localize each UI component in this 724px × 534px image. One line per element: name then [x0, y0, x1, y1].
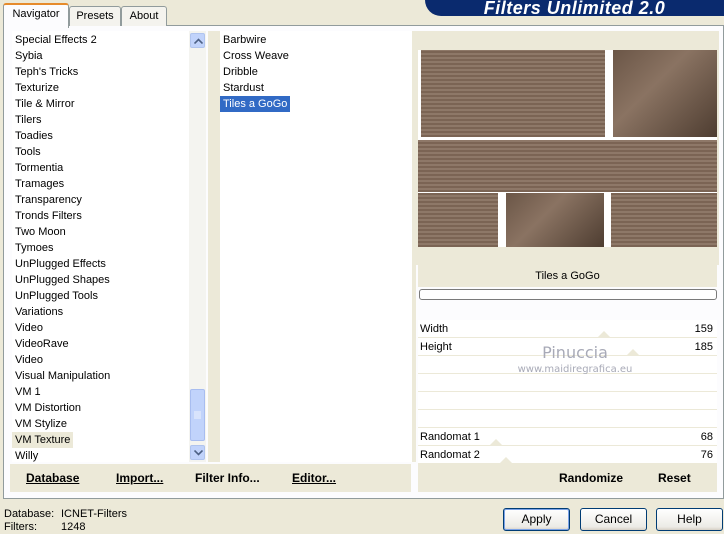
category-item[interactable]: Tile & Mirror — [12, 96, 77, 112]
filter-info-label: Filter Info... — [195, 471, 260, 485]
category-item[interactable]: Willy — [12, 448, 41, 464]
category-item[interactable]: Two Moon — [12, 224, 69, 240]
column-divider — [208, 31, 220, 462]
category-item[interactable]: Visual Manipulation — [12, 368, 113, 384]
category-item[interactable]: UnPlugged Tools — [12, 288, 101, 304]
category-item[interactable]: VM Stylize — [12, 416, 70, 432]
slider-marker — [489, 439, 503, 446]
watermark-url: www.maidiregrafica.eu — [517, 364, 633, 375]
category-item[interactable]: Tymoes — [12, 240, 57, 256]
category-item[interactable]: Tramages — [12, 176, 67, 192]
cancel-button[interactable]: Cancel — [580, 508, 647, 531]
chevron-up-icon — [194, 38, 203, 44]
app-title-banner: Filters Unlimited 2.0 — [425, 0, 724, 16]
import-button[interactable]: Import... — [116, 470, 163, 486]
category-item[interactable]: Tronds Filters — [12, 208, 85, 224]
status-filters-value: 1248 — [61, 521, 86, 533]
category-item[interactable]: Tilers — [12, 112, 44, 128]
param-empty — [418, 392, 717, 410]
filter-item[interactable]: Tiles a GoGo — [220, 96, 291, 112]
category-item[interactable]: Toadies — [12, 128, 56, 144]
scroll-up-button[interactable] — [190, 33, 205, 48]
category-item[interactable]: Transparency — [12, 192, 85, 208]
progress-bar — [419, 289, 717, 300]
editor-button[interactable]: Editor... — [292, 470, 336, 486]
category-item[interactable]: VideoRave — [12, 336, 72, 352]
randomize-label: Randomize — [559, 471, 624, 485]
param-label: Randomat 1 — [420, 431, 480, 443]
category-item[interactable]: UnPlugged Effects — [12, 256, 109, 272]
filter-info-button[interactable]: Filter Info... — [195, 470, 260, 486]
editor-label: Editor... — [292, 471, 337, 485]
database-button[interactable]: Database — [26, 470, 79, 486]
status-database-value: ICNET-Filters — [61, 508, 127, 520]
grip-icon — [194, 411, 201, 419]
import-label: Import... — [116, 471, 164, 485]
filter-list[interactable]: Barbwire Cross Weave Dribble Stardust Tiles … — [220, 31, 412, 462]
scroll-thumb[interactable] — [190, 389, 205, 441]
category-item[interactable]: Special Effects 2 — [12, 32, 100, 48]
status-filters-label: Filters: — [4, 521, 37, 533]
category-list[interactable]: Special Effects 2 Sybia Teph's Tricks Textu… — [12, 31, 189, 462]
tab-navigator[interactable]: Navigator — [3, 3, 69, 28]
filter-item[interactable]: Cross Weave — [220, 48, 292, 64]
category-item[interactable]: Video — [12, 352, 46, 368]
category-item[interactable]: VM Texture — [12, 432, 74, 448]
reset-label: Reset — [658, 471, 691, 485]
param-value: 159 — [694, 323, 713, 335]
param-randomat-1[interactable]: Randomat 1 68 — [418, 428, 717, 446]
filter-item[interactable]: Stardust — [220, 80, 267, 96]
scroll-down-button[interactable] — [190, 445, 205, 460]
category-item[interactable]: Texturize — [12, 80, 62, 96]
category-item[interactable]: VM 1 — [12, 384, 44, 400]
category-item[interactable]: Tormentia — [12, 160, 66, 176]
chevron-down-icon — [194, 450, 203, 456]
param-label: Randomat 2 — [420, 449, 480, 461]
param-label: Width — [420, 323, 449, 335]
param-value: 68 — [700, 431, 713, 443]
category-item[interactable]: VM Distortion — [12, 400, 84, 416]
reset-button[interactable]: Reset — [658, 470, 691, 486]
status-database-label: Database: — [4, 508, 55, 520]
param-value: 76 — [700, 449, 713, 461]
slider-marker — [499, 457, 513, 464]
category-item[interactable]: Tools — [12, 144, 44, 160]
param-value: 185 — [694, 341, 713, 353]
randomize-button[interactable]: Randomize — [559, 470, 623, 486]
preview-filter-name: Tiles a GoGo — [418, 265, 717, 287]
category-item[interactable]: Variations — [12, 304, 66, 320]
param-empty — [418, 374, 717, 392]
help-button[interactable]: Help — [656, 508, 723, 531]
param-width[interactable]: Width 159 — [418, 320, 717, 338]
filter-item[interactable]: Barbwire — [220, 32, 269, 48]
param-randomat-2[interactable]: Randomat 2 76 — [418, 446, 717, 464]
category-scrollbar[interactable] — [189, 31, 206, 462]
category-item[interactable]: Video — [12, 320, 46, 336]
preview-image — [418, 50, 717, 247]
param-label: Height — [420, 341, 452, 353]
apply-button[interactable]: Apply — [503, 508, 570, 531]
category-item[interactable]: Teph's Tricks — [12, 64, 81, 80]
slider-marker — [597, 331, 611, 338]
tab-presets[interactable]: Presets — [69, 6, 121, 26]
param-empty — [418, 410, 717, 428]
watermark-name: Pinuccia — [542, 343, 608, 362]
category-item[interactable]: UnPlugged Shapes — [12, 272, 113, 288]
database-label: Database — [26, 471, 80, 485]
category-item[interactable]: Sybia — [12, 48, 46, 64]
filter-item[interactable]: Dribble — [220, 64, 261, 80]
tab-about[interactable]: About — [121, 6, 167, 26]
